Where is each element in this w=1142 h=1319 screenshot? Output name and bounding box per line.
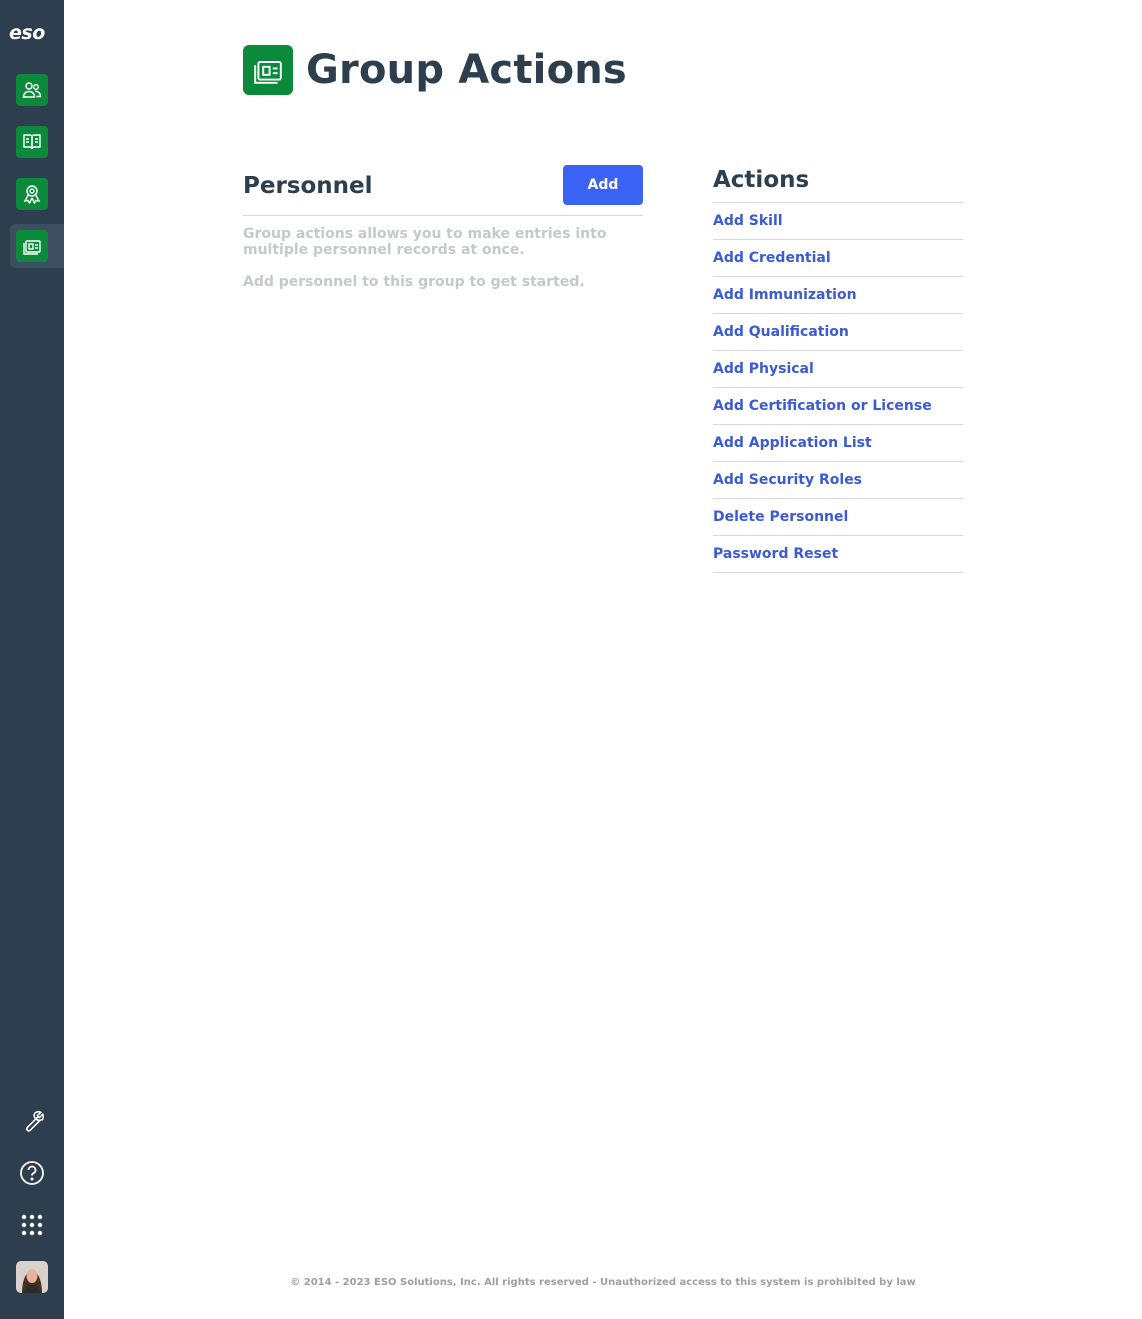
apps-grid-icon[interactable]: [16, 1209, 48, 1241]
action-add-physical[interactable]: Add Physical: [713, 351, 963, 388]
eso-logo[interactable]: eso: [9, 22, 45, 44]
actions-panel: Actions Add Skill Add Credential Add Imm…: [713, 165, 963, 573]
wrench-icon[interactable]: [16, 1105, 48, 1137]
sidebar-item-training[interactable]: [10, 120, 64, 164]
action-add-certification-or-license[interactable]: Add Certification or License: [713, 388, 963, 425]
personnel-title: Personnel: [243, 173, 373, 199]
personnel-panel: Personnel Add Group actions allows you t…: [243, 165, 643, 290]
action-add-qualification[interactable]: Add Qualification: [713, 314, 963, 351]
action-add-immunization[interactable]: Add Immunization: [713, 277, 963, 314]
action-password-reset[interactable]: Password Reset: [713, 536, 963, 573]
sidebar-item-credentials[interactable]: [10, 172, 64, 216]
people-icon: [16, 74, 48, 106]
page-header: Group Actions: [243, 45, 627, 95]
avatar[interactable]: [16, 1261, 48, 1293]
book-icon: [16, 126, 48, 158]
add-personnel-button[interactable]: Add: [563, 165, 643, 205]
page-title: Group Actions: [306, 47, 627, 93]
action-delete-personnel[interactable]: Delete Personnel: [713, 499, 963, 536]
personnel-header: Personnel Add: [243, 165, 643, 216]
award-icon: [16, 178, 48, 210]
action-add-skill[interactable]: Add Skill: [713, 203, 963, 240]
help-icon[interactable]: [16, 1157, 48, 1189]
group-actions-icon: [16, 230, 48, 262]
actions-title: Actions: [713, 165, 963, 203]
sidebar: eso: [0, 0, 64, 1319]
sidebar-item-personnel[interactable]: [10, 68, 64, 112]
group-actions-icon: [243, 45, 293, 95]
action-add-application-list[interactable]: Add Application List: [713, 425, 963, 462]
action-add-credential[interactable]: Add Credential: [713, 240, 963, 277]
sidebar-item-group-actions[interactable]: [10, 224, 64, 268]
footer-copyright: © 2014 - 2023 ESO Solutions, Inc. All ri…: [290, 1277, 916, 1288]
personnel-help-text: Group actions allows you to make entries…: [243, 226, 607, 258]
personnel-empty-text: Add personnel to this group to get start…: [243, 274, 585, 290]
action-add-security-roles[interactable]: Add Security Roles: [713, 462, 963, 499]
